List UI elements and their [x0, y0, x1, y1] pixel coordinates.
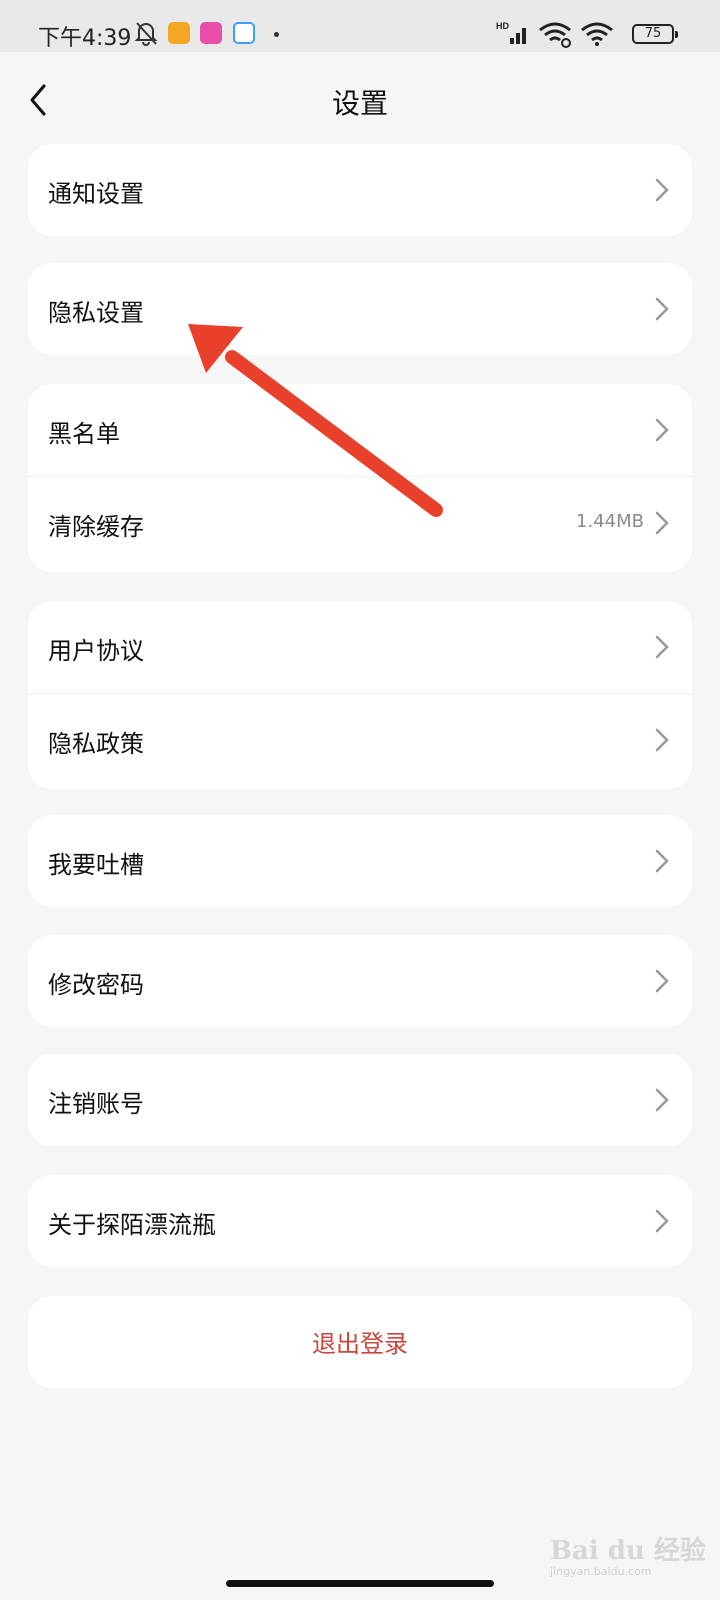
annotation-arrow — [188, 324, 443, 517]
watermark-logo: Bai du 经验 — [550, 1536, 706, 1566]
watermark-url: jingyan.baidu.com — [550, 1565, 652, 1578]
home-indicator[interactable] — [226, 1580, 494, 1587]
